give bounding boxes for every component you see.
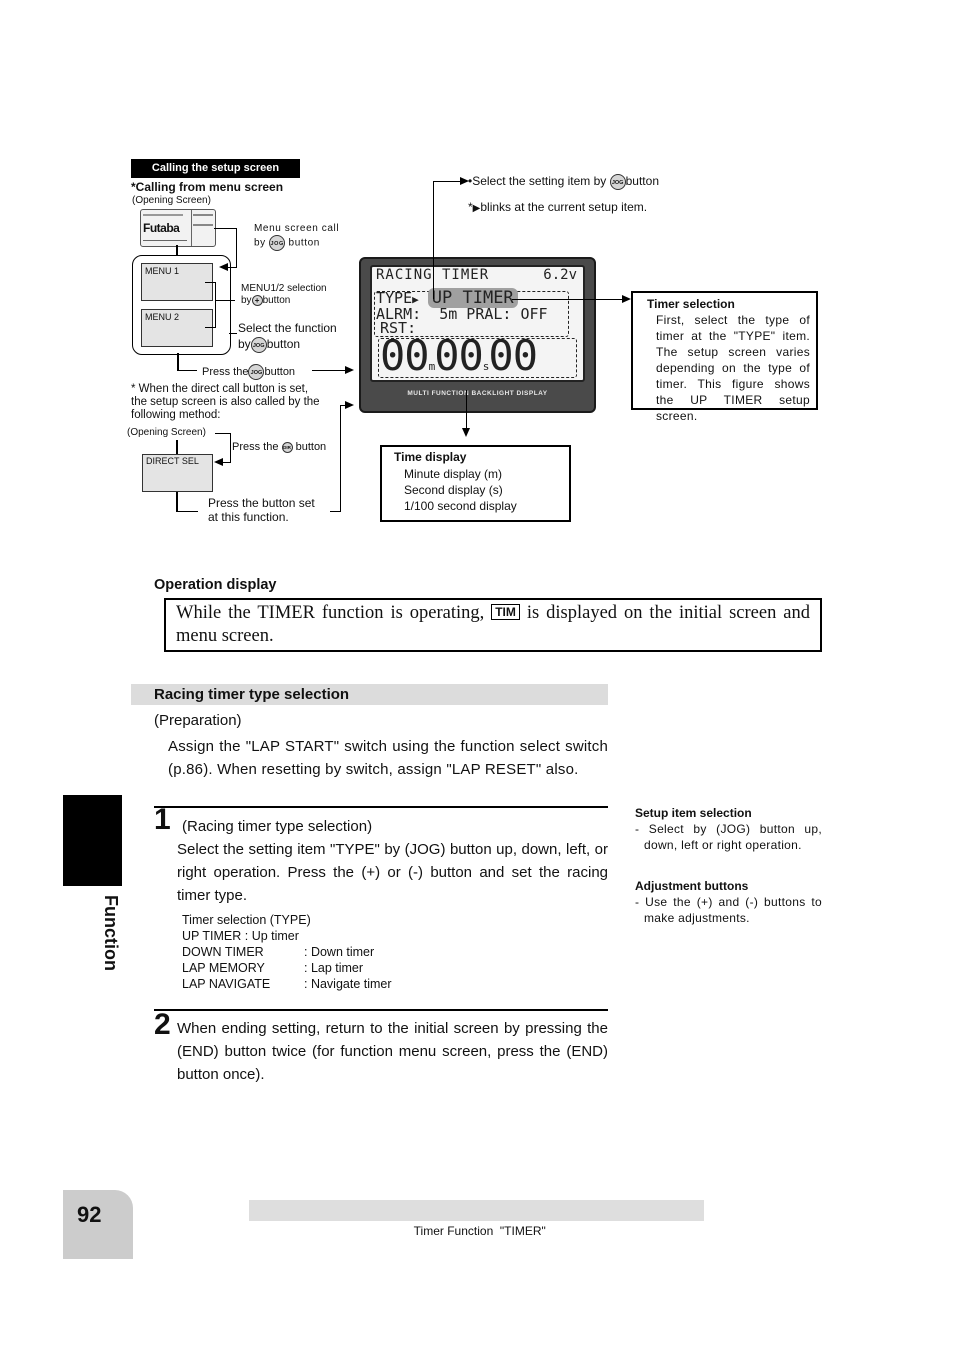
direct-sel-screen: DIRECT SEL (142, 454, 213, 492)
jog-button-icon: JOG (269, 235, 286, 251)
page-number-tab: 92 (63, 1190, 133, 1259)
timer-type-item: LAP MEMORY: Lap timer (182, 961, 364, 975)
preparation-text: Assign the "LAP START" switch using the … (168, 738, 608, 778)
menu2-screen: MENU 2 (141, 309, 213, 347)
select-setting-item-note: •Select the setting item by JOG button (468, 174, 659, 190)
from-menu-title: *Calling from menu screen (131, 180, 284, 194)
adjustment-title: Adjustment buttons (635, 879, 749, 893)
press-button-set-text: Press the button set at this function. (208, 496, 315, 524)
time-display-line: Second display (s) (404, 483, 503, 497)
tim-badge: TIM (491, 604, 520, 620)
timer-type-item: LAP NAVIGATE: Navigate timer (182, 977, 392, 991)
step1-rule (154, 806, 608, 808)
menu1-screen: MENU 1 (141, 263, 213, 301)
jog-button-icon: JOG (248, 364, 265, 380)
timer-type-item: DOWN TIMER: Down timer (182, 945, 375, 959)
press-dir-text: Press the DIR button (232, 441, 327, 453)
timer-selection-text: First, select the type of timer at the "… (656, 313, 810, 423)
menu-call-text: Menu screen call by JOG button (254, 223, 339, 251)
futaba-logo: Futaba (143, 221, 180, 235)
footer-title: Timer Function "TIMER" (413, 1224, 546, 1238)
footer-title-bar: Timer Function "TIMER" (249, 1200, 704, 1238)
step2-text: When ending setting, return to the initi… (177, 1020, 608, 1083)
timer-type-list: Timer selection (TYPE) UP TIMER : Up tim… (182, 912, 392, 992)
jog-button-icon: JOG (609, 174, 626, 190)
side-tab-block (63, 795, 122, 886)
time-display-callout: Time display Minute display (m) Second d… (380, 445, 571, 522)
step2-number: 2 (154, 1008, 171, 1041)
plus-button-icon: + (251, 295, 263, 306)
opening-screen-thumbnail: Futaba (140, 209, 216, 247)
lcd-device: RACING TIMER 6.2v TYPE▶ UP TIMER ALRM: 5… (359, 257, 596, 413)
adjustment-text: - Use the (+) and (-) buttons to make ad… (635, 895, 822, 925)
timer-selection-callout: Timer selection First, select the type o… (631, 291, 818, 423)
timer-type-list-title: Timer selection (TYPE) (182, 913, 311, 927)
operation-display-heading: Operation display (154, 577, 277, 593)
lcd-voltage: 6.2v (543, 267, 577, 283)
side-notes: Setup item selection - Select by (JOG) b… (635, 805, 822, 926)
step1-text: Select the setting item "TYPE" by (JOG) … (177, 841, 608, 904)
lcd-screen: RACING TIMER 6.2v TYPE▶ UP TIMER ALRM: 5… (370, 265, 585, 382)
blinks-note: *▶blinks at the current setup item. (468, 200, 648, 214)
time-display-line: Minute display (m) (404, 467, 503, 481)
press-jog-text: Press the JOG button (202, 364, 295, 380)
setup-item-title: Setup item selection (635, 806, 752, 820)
direct-call-note: * When the direct call button is set, th… (131, 383, 320, 421)
jog-button-icon: JOG (250, 336, 267, 353)
operation-display-box: While the TIMER function is operating, T… (164, 598, 822, 652)
section-header-calling-setup: Calling the setup screen (131, 159, 300, 178)
side-tab-label: Function (101, 895, 121, 971)
page-number: 92 (77, 1202, 102, 1227)
section-title: Racing timer type selection (154, 686, 350, 703)
timer-type-item: UP TIMER : Up timer (182, 929, 299, 943)
dir-button-icon: DIR (281, 441, 293, 453)
step1-number: 1 (154, 803, 171, 836)
lcd-time: 00m00s00 (380, 331, 538, 380)
setup-item-text: - Select by (JOG) button up, down, left … (635, 822, 822, 852)
step1-subtitle: (Racing timer type selection) (182, 818, 373, 835)
section-title-bar: Racing timer type selection (131, 684, 608, 705)
lcd-footer-label: MULTI FUNCTION BACKLIGHT DISPLAY (407, 390, 548, 397)
step2-rule (154, 1009, 608, 1011)
opening-screen-label: (Opening Screen) (132, 195, 211, 206)
menu-selection-text: MENU1/2 selection by + button (241, 283, 327, 307)
time-display-title: Time display (394, 450, 467, 464)
timer-selection-title: Timer selection (647, 297, 735, 311)
preparation-label: (Preparation) (154, 712, 242, 729)
opening-screen-label-2: (Opening Screen) (127, 427, 206, 438)
select-function-text: Select the function by JOG button (238, 321, 337, 353)
time-display-line: 1/100 second display (404, 499, 517, 513)
